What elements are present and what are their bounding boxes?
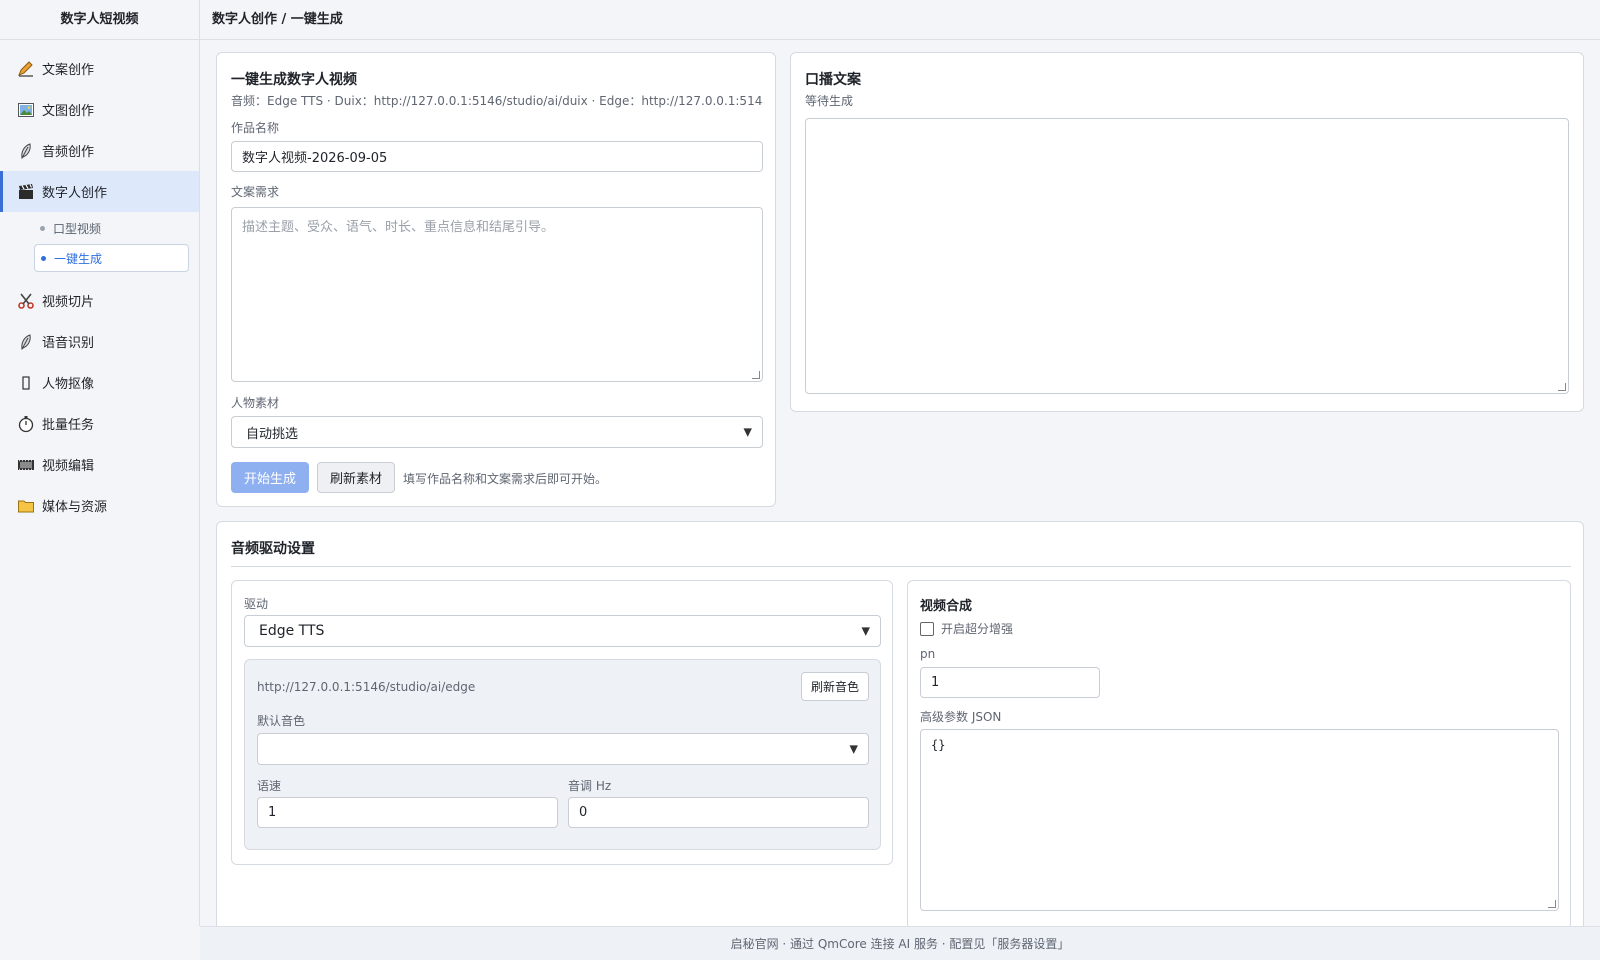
sidebar-item-label: 语音识别 [42,336,95,351]
speed-label: 语速 [257,779,282,793]
chevron-down-icon: ▼ [743,425,752,439]
sidebar-item-image-text[interactable]: 文图创作 [0,89,199,130]
requirement-label: 文案需求 [231,185,280,199]
name-label: 作品名称 [231,121,280,135]
driver-label: 驱动 [244,597,269,611]
pn-label: pn [920,647,936,661]
video-compose-panel: 视频合成 开启超分增强 pn 1 高级参数 JSON {} [907,580,1571,930]
speed-input[interactable]: 1 [257,797,558,828]
audio-settings-title: 音频驱动设置 [231,541,315,557]
breadcrumb: 数字人创作 / 一键生成 [200,0,1600,40]
sidebar-item-video-slice[interactable]: 视频切片 [0,280,199,321]
chevron-down-icon: ▼ [849,742,858,756]
scissors-icon [16,291,36,311]
work-name-value: 数字人视频-2026-09-05 [242,151,388,166]
superres-label: 开启超分增强 [941,622,1014,636]
rectangle-icon [16,373,36,393]
footer: 启秘官网 · 通过 QmCore 连接 AI 服务 · 配置见「服务器设置」 [200,926,1600,960]
sidebar-item-label: 数字人创作 [42,186,108,201]
refresh-voice-button[interactable]: 刷新音色 [801,672,869,701]
sidebar-item-video-edit[interactable]: 视频编辑 [0,444,199,485]
material-value: 自动挑选 [246,426,299,442]
endpoint-url: http://127.0.0.1:5146/studio/ai/edge [257,680,476,694]
material-select[interactable]: 自动挑选 ▼ [231,416,763,448]
driver-panel: 驱动 Edge TTS ▼ http://127.0.0.1:5146/stud… [231,580,893,865]
start-generate-button[interactable]: 开始生成 [231,462,309,493]
speed-value: 1 [268,805,277,820]
material-label: 人物素材 [231,396,280,410]
sidebar-subitem-lip-video[interactable]: 口型视频 [0,214,199,242]
sidebar-item-digital-human[interactable]: 数字人创作 [0,171,199,212]
picture-icon [16,100,36,120]
sidebar-item-audio[interactable]: 音频创作 [0,130,199,171]
feather-icon [16,141,36,161]
voice-label: 默认音色 [257,714,306,728]
script-textarea[interactable] [805,118,1569,394]
pitch-value: 0 [579,805,588,820]
pitch-input[interactable]: 0 [568,797,869,828]
chevron-down-icon: ▼ [861,624,870,638]
bullet-dot-icon [40,225,45,231]
submenu-digital-human: 口型视频 一键生成 [0,212,199,280]
feather-icon [16,332,36,352]
pn-value: 1 [931,675,940,690]
app-title: 数字人短视频 [0,0,199,40]
sidebar-subitem-one-click[interactable]: 一键生成 [34,244,189,272]
sidebar: 数字人短视频 文案创作 文图创作 音频创作 数字人创作 口型视频 一键生成 视频… [0,0,200,926]
audio-settings-card: 音频驱动设置 驱动 Edge TTS ▼ http://127.0.0.1:51… [216,521,1584,941]
json-label: 高级参数 JSON [920,710,1002,724]
generate-title: 一键生成数字人视频 [231,72,357,88]
stopwatch-icon [16,414,36,434]
sidebar-subitem-label: 口型视频 [53,221,102,236]
sidebar-subitem-label: 一键生成 [54,251,103,266]
sidebar-item-label: 文案创作 [42,63,95,78]
folder-icon [16,496,36,516]
resize-handle-icon[interactable] [1558,383,1566,391]
sidebar-item-batch-tasks[interactable]: 批量任务 [0,403,199,444]
pn-input[interactable]: 1 [920,667,1100,698]
service-info: 音频：Edge TTS · Duix：http://127.0.0.1:5146… [231,94,763,108]
json-value: {} [931,738,946,752]
generate-card: 一键生成数字人视频 音频：Edge TTS · Duix：http://127.… [216,52,776,507]
sidebar-item-speech-recognition[interactable]: 语音识别 [0,321,199,362]
script-status: 等待生成 [805,94,854,108]
requirement-textarea[interactable]: 描述主题、受众、语气、时长、重点信息和结尾引导。 [231,207,763,382]
requirement-placeholder: 描述主题、受众、语气、时长、重点信息和结尾引导。 [242,220,555,235]
json-textarea[interactable]: {} [920,729,1559,911]
resize-handle-icon[interactable] [752,371,760,379]
driver-select[interactable]: Edge TTS ▼ [244,615,881,647]
sidebar-item-label: 批量任务 [42,418,95,433]
work-name-input[interactable]: 数字人视频-2026-09-05 [231,141,763,172]
sidebar-nav: 文案创作 文图创作 音频创作 数字人创作 口型视频 一键生成 视频切片 语音识别… [0,40,199,526]
bullet-dot-icon [41,255,46,261]
edge-settings-panel: http://127.0.0.1:5146/studio/ai/edge 刷新音… [244,659,881,850]
superres-checkbox[interactable] [920,621,934,636]
sidebar-item-label: 视频编辑 [42,459,95,474]
refresh-material-button[interactable]: 刷新素材 [317,462,395,493]
film-icon [16,455,36,475]
sidebar-item-label: 人物抠像 [42,377,95,392]
driver-value: Edge TTS [259,623,325,639]
sidebar-item-matting[interactable]: 人物抠像 [0,362,199,403]
sidebar-item-label: 媒体与资源 [42,500,108,515]
voice-select[interactable]: ▼ [257,733,869,765]
clapper-icon [16,182,36,202]
superres-option: 开启超分增强 [920,620,1013,637]
sidebar-item-label: 音频创作 [42,145,95,160]
script-title: 口播文案 [805,72,861,88]
resize-handle-icon[interactable] [1548,900,1556,908]
divider [231,566,1571,567]
script-card: 口播文案 等待生成 [790,52,1584,412]
pitch-label: 音调 Hz [568,779,612,793]
pen-icon [16,59,36,79]
sidebar-item-copywriting[interactable]: 文案创作 [0,48,199,89]
sidebar-item-label: 视频切片 [42,295,95,310]
generate-hint: 填写作品名称和文案需求后即可开始。 [403,472,608,486]
sidebar-item-label: 文图创作 [42,104,95,119]
sidebar-item-media[interactable]: 媒体与资源 [0,485,199,526]
video-compose-title: 视频合成 [920,599,973,614]
